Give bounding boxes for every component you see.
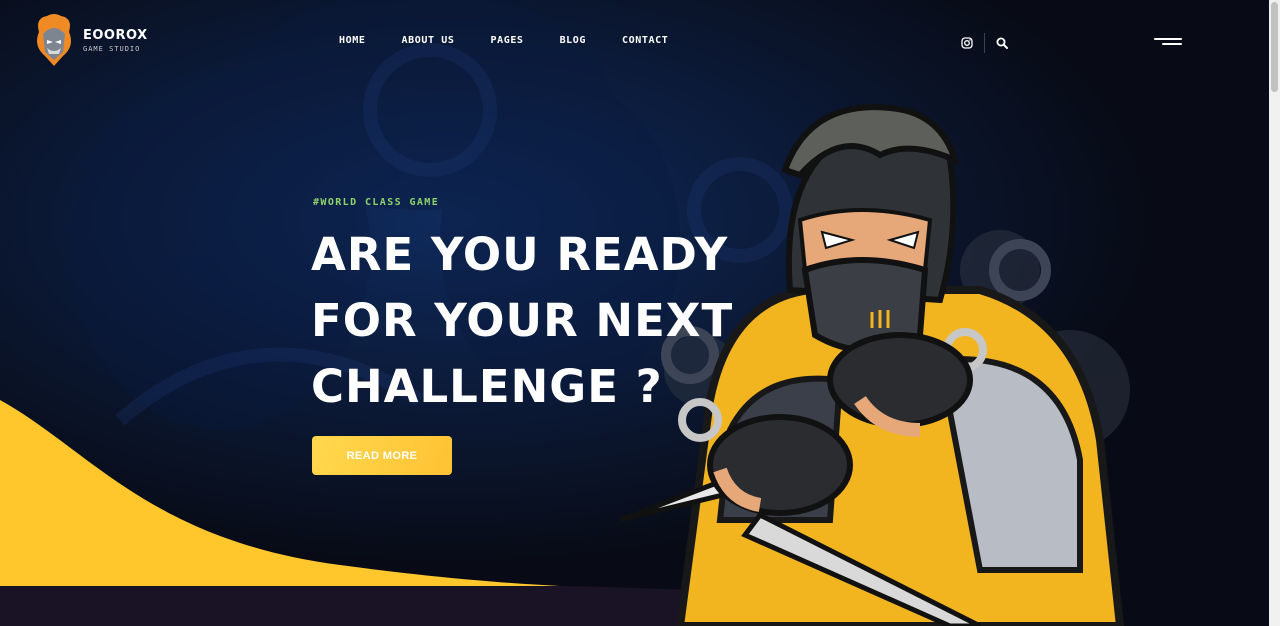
nav-item-contact[interactable]: CONTACT [622, 35, 668, 46]
hero-tagline: #WORLD CLASS GAME [313, 197, 440, 208]
instagram-icon[interactable] [958, 34, 976, 52]
hero-headline: ARE YOU READY FOR YOUR NEXT CHALLENGE ? [311, 222, 734, 420]
header-divider [984, 33, 985, 53]
headline-line-1: ARE YOU READY [311, 228, 729, 281]
warrior-mascot-icon [37, 14, 71, 66]
nav-item-blog[interactable]: BLOG [560, 35, 586, 46]
headline-line-2: FOR YOUR NEXT [311, 294, 734, 347]
header-actions [958, 33, 1011, 53]
nav-item-home[interactable]: HOME [339, 35, 365, 46]
brand-name: EOOROX [83, 28, 148, 43]
headline-line-3: CHALLENGE ? [311, 360, 663, 413]
read-more-button[interactable]: READ MORE [312, 436, 452, 475]
nav-item-pages[interactable]: PAGES [490, 35, 523, 46]
hamburger-menu-icon[interactable] [1154, 38, 1182, 50]
page-scrollbar[interactable] [1269, 0, 1280, 626]
search-icon[interactable] [993, 34, 1011, 52]
main-navigation: HOME ABOUT US PAGES BLOG CONTACT [339, 35, 668, 46]
scrollbar-thumb[interactable] [1271, 2, 1278, 92]
brand-logo[interactable]: EOOROX GAME STUDIO [33, 14, 148, 68]
nav-item-about-us[interactable]: ABOUT US [401, 35, 454, 46]
brand-tagline: GAME STUDIO [83, 45, 141, 53]
